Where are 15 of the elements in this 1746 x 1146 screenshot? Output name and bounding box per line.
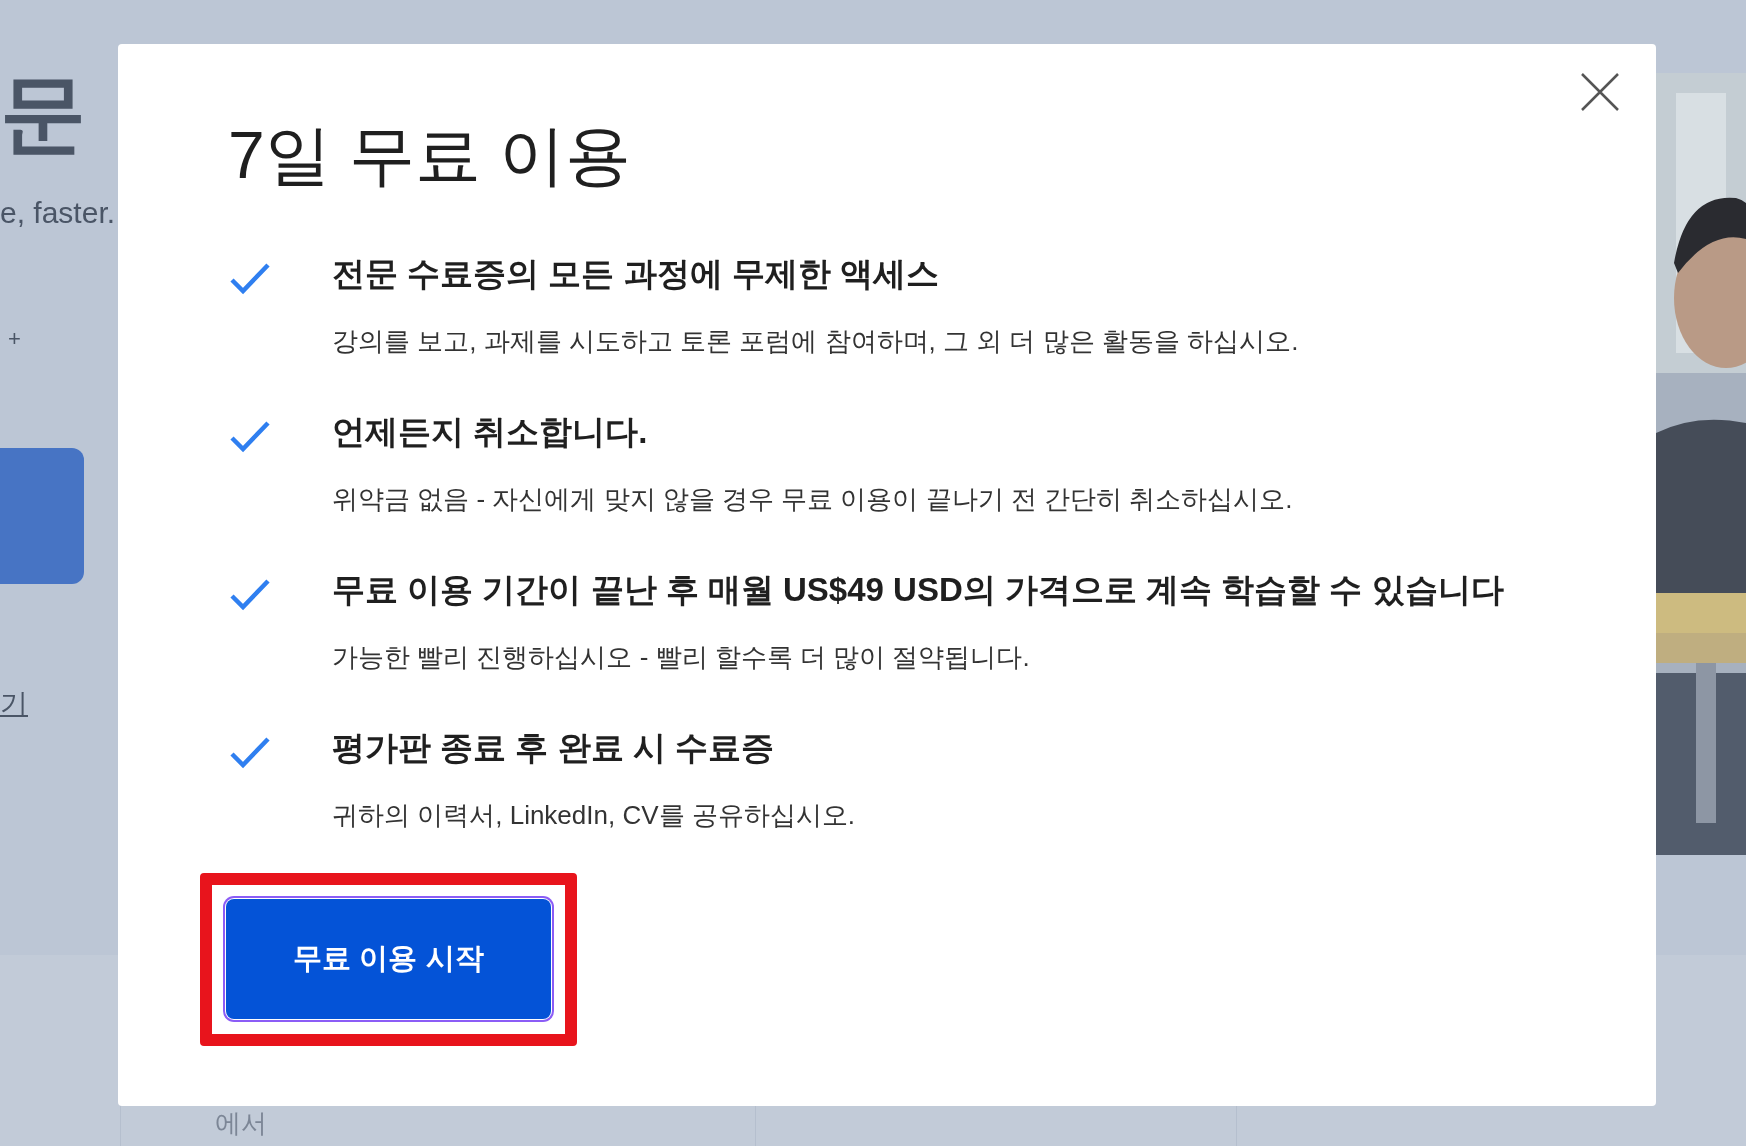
page-heading: 문: [0, 70, 86, 156]
plus-text: +: [8, 328, 21, 350]
feature-description: 강의를 보고, 과제를 시도하고 토론 포럼에 참여하며, 그 외 더 많은 활동을 하십시오.: [332, 325, 1299, 358]
page-subtitle: e, faster.: [0, 198, 116, 228]
feature-description: 위약금 없음 - 자신에게 맞지 않을 경우 무료 이용이 끝나기 전 간단히 취소하십시오.: [332, 483, 1293, 516]
feature-heading: 전문 수료증의 모든 과정에 무제한 액세스: [332, 254, 940, 294]
footer-text: 에서: [215, 1110, 267, 1136]
close-icon[interactable]: [1580, 72, 1620, 112]
feature-heading: 평가판 종료 후 완료 시 수료증: [332, 728, 775, 768]
feature-heading: 언제든지 취소합니다.: [332, 412, 649, 452]
feature-description: 귀하의 이력서, LinkedIn, CV를 공유하십시오.: [332, 799, 855, 832]
dialog-title: 7일 무료 이용: [228, 122, 632, 188]
start-trial-button[interactable]: 무료 이용 시작: [226, 899, 551, 1019]
feature-description: 가능한 빨리 진행하십시오 - 빨리 할수록 더 많이 절약됩니다.: [332, 641, 1031, 674]
feature-heading: 무료 이용 기간이 끝난 후 매월 US$49 USD의 가격으로 계속 학습할 수 있습니다: [332, 570, 1504, 610]
